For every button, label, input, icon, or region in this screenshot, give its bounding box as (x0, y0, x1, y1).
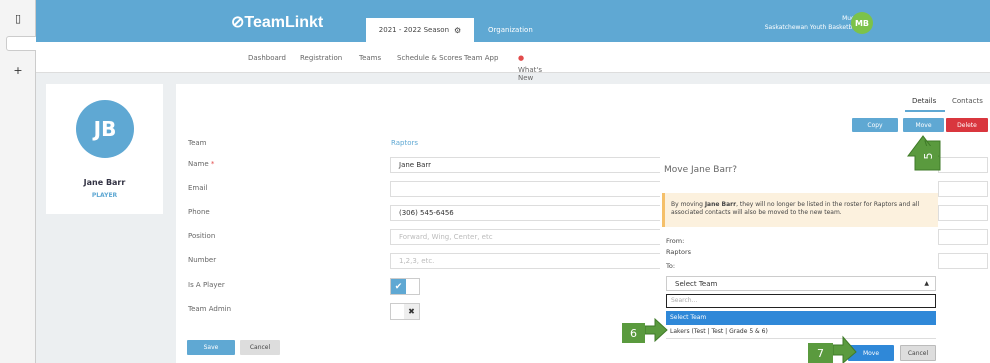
tutorial-arrows (644, 135, 941, 363)
callout-7: 7 (808, 343, 833, 363)
callout-arrow-6 (644, 317, 668, 343)
callout-5: 5 (918, 146, 938, 166)
callout-6: 6 (622, 323, 645, 343)
callout-arrow-7 (832, 335, 857, 363)
